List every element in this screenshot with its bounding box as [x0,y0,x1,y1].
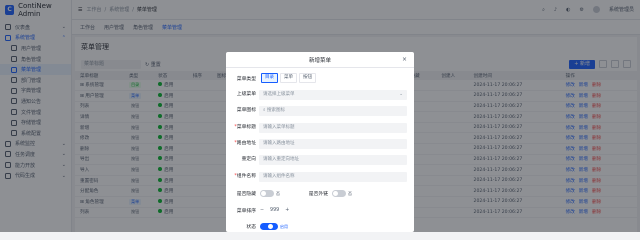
redirect-label: 重定向 [241,157,256,162]
external-value: 否 [348,190,352,196]
title-input[interactable]: 请输入菜单标题 [259,123,407,133]
plus-icon[interactable]: + [285,208,289,213]
modal-title: 新增菜单 [308,57,331,64]
route-label-text: 路由地址 [236,141,256,146]
hidden-value: 否 [276,190,280,196]
status-value: 启用 [280,223,288,229]
menu-type-segmented: 目录 菜单 按钮 [261,73,316,83]
external-label: 是否外链 [308,192,328,197]
minus-icon[interactable]: − [260,208,264,213]
sort-value[interactable]: 999 [270,208,279,213]
hidden-switch[interactable] [260,190,274,197]
parent-select[interactable]: 请选择上级菜单 ⌄ [259,90,407,100]
icon-placeholder: 搜索图标 [266,108,285,113]
sort-label: 菜单排序 [236,209,256,214]
route-input[interactable]: 请输入路由地址 [259,139,407,149]
menu-type-label: 菜单类型 [236,76,256,82]
redirect-input[interactable]: 请输入重定向地址 [259,155,407,165]
sort-stepper: − 999 + [260,208,289,213]
parent-placeholder: 请选择上级菜单 [263,92,295,97]
icon-label: 菜单图标 [236,108,256,113]
add-menu-modal: 新增菜单 × 菜单类型 目录 菜单 按钮 上级菜单 请选择上级菜单 ⌄ 菜单图标… [226,52,414,232]
menu-type-row: 菜单类型 目录 菜单 按钮 [226,73,414,83]
title-label-text: 菜单标题 [236,125,256,130]
status-label: 状态 [246,225,256,230]
icon-input[interactable]: ⌕ 搜索图标 [259,106,407,116]
status-switch[interactable] [260,223,278,230]
toggle-row: 是否隐藏 否 是否外链 否 [226,190,414,197]
modal-header: 新增菜单 × [226,52,414,68]
external-switch[interactable] [332,190,346,197]
route-label: *路由地址 [226,139,256,146]
hidden-label: 是否隐藏 [236,192,256,197]
menu-type-button[interactable]: 按钮 [299,73,316,83]
menu-type-directory[interactable]: 目录 [261,73,278,83]
component-label-text: 组件名称 [236,174,256,179]
component-label: *组件名称 [226,172,256,179]
component-input[interactable]: 请输入组件名称 [259,172,407,182]
chevron-down-icon: ⌄ [399,92,403,97]
parent-label: 上级菜单 [236,92,256,97]
close-icon[interactable]: × [402,56,407,63]
menu-type-menu[interactable]: 菜单 [280,73,297,83]
sort-row: 菜单排序 − 999 + [226,207,414,214]
title-label: *菜单标题 [226,123,256,130]
status-row: 状态 启用 [226,223,414,230]
